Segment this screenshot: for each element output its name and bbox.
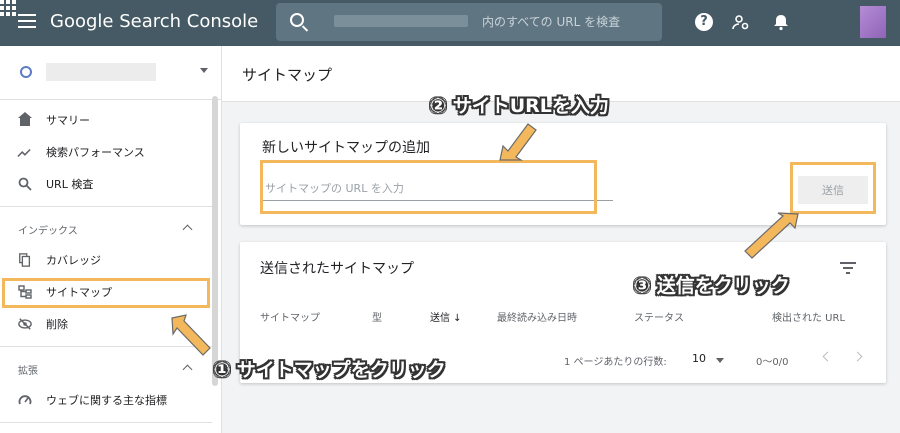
annotation-step1: ① サイトマップをクリック [214,359,446,381]
annotation-step2: ② サイトURLを入力 [430,95,609,117]
annotation-arrows [171,123,799,356]
annotation-step3: ③ 送信をクリック [634,275,790,297]
